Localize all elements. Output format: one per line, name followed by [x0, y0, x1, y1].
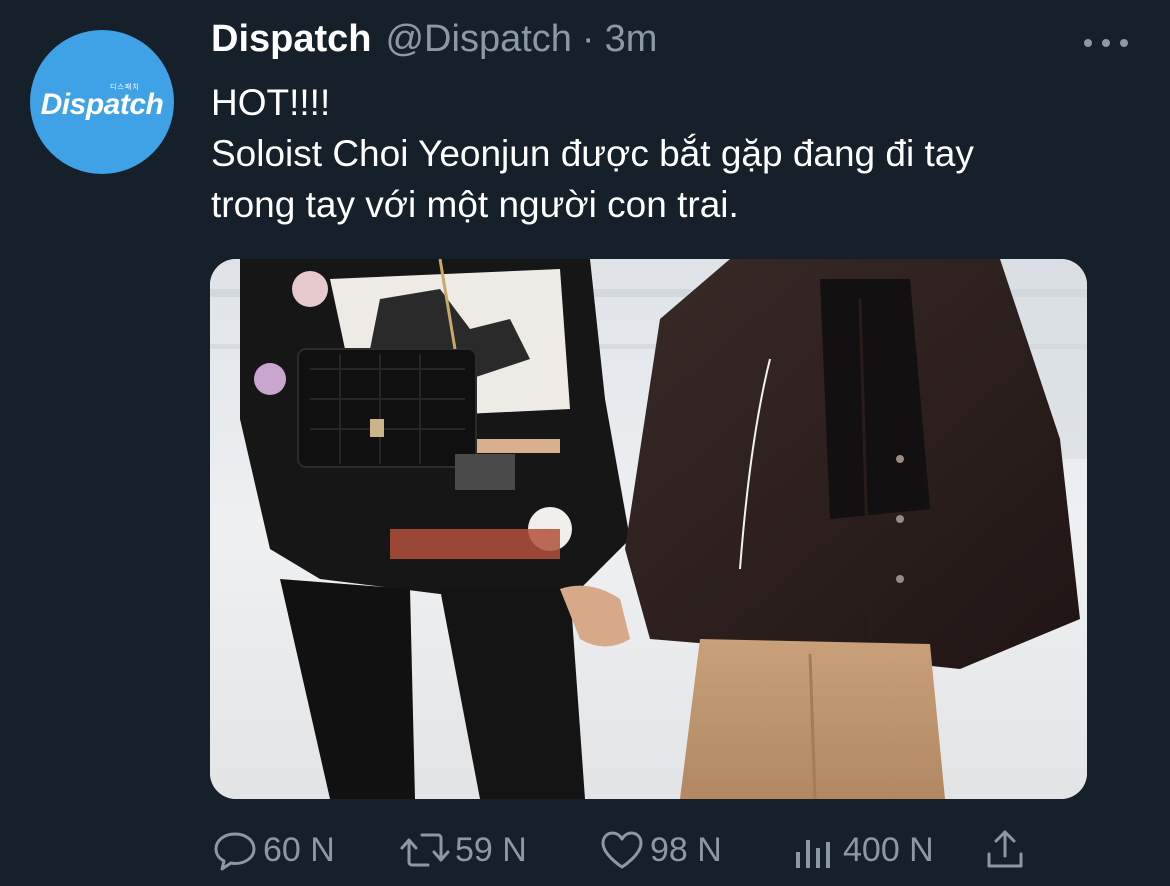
more-dot	[1102, 39, 1110, 47]
tweet-text-line: HOT!!!!	[211, 82, 331, 123]
tweet-actions: 60 N 59 N 98 N 400 N	[211, 820, 1061, 880]
retweet-count: 59 N	[455, 830, 527, 869]
tweet-text-line: trong tay với một người con trai.	[211, 184, 739, 225]
views-icon	[796, 840, 830, 868]
display-name[interactable]: Dispatch	[211, 18, 371, 61]
tweet-header: Dispatch @Dispatch · 3m	[211, 18, 657, 68]
tweet-text-line: Soloist Choi Yeonjun được bắt gặp đang đ…	[211, 133, 974, 174]
tweet-media[interactable]	[210, 259, 1087, 799]
separator: ·	[581, 18, 595, 60]
share-button[interactable]	[981, 820, 1029, 880]
user-handle[interactable]: @Dispatch	[385, 18, 571, 61]
tweet: 디스패치 Dispatch Dispatch @Dispatch · 3m HO…	[0, 0, 1170, 886]
more-dot	[1120, 39, 1128, 47]
like-button[interactable]: 98 N	[598, 820, 722, 880]
retweet-button[interactable]: 59 N	[399, 820, 527, 880]
reply-button[interactable]: 60 N	[211, 820, 335, 880]
more-icon[interactable]	[1084, 28, 1128, 58]
more-dot	[1084, 39, 1092, 47]
timestamp[interactable]: 3m	[605, 18, 658, 61]
avatar-logo: Dispatch	[40, 88, 164, 121]
views-count: 400 N	[843, 830, 934, 869]
tweet-text: HOT!!!! Soloist Choi Yeonjun được bắt gặ…	[211, 77, 1141, 230]
reply-count: 60 N	[263, 830, 335, 869]
avatar[interactable]: 디스패치 Dispatch	[30, 30, 174, 174]
like-count: 98 N	[650, 830, 722, 869]
share-icon	[987, 830, 1023, 868]
views-button[interactable]: 400 N	[791, 820, 934, 880]
retweet-icon	[400, 833, 450, 867]
avatar-logo-subtext: 디스패치	[110, 84, 140, 91]
reply-icon	[214, 832, 256, 871]
photo-of-two-people-holding-hands	[210, 259, 1087, 799]
like-icon	[601, 831, 643, 869]
